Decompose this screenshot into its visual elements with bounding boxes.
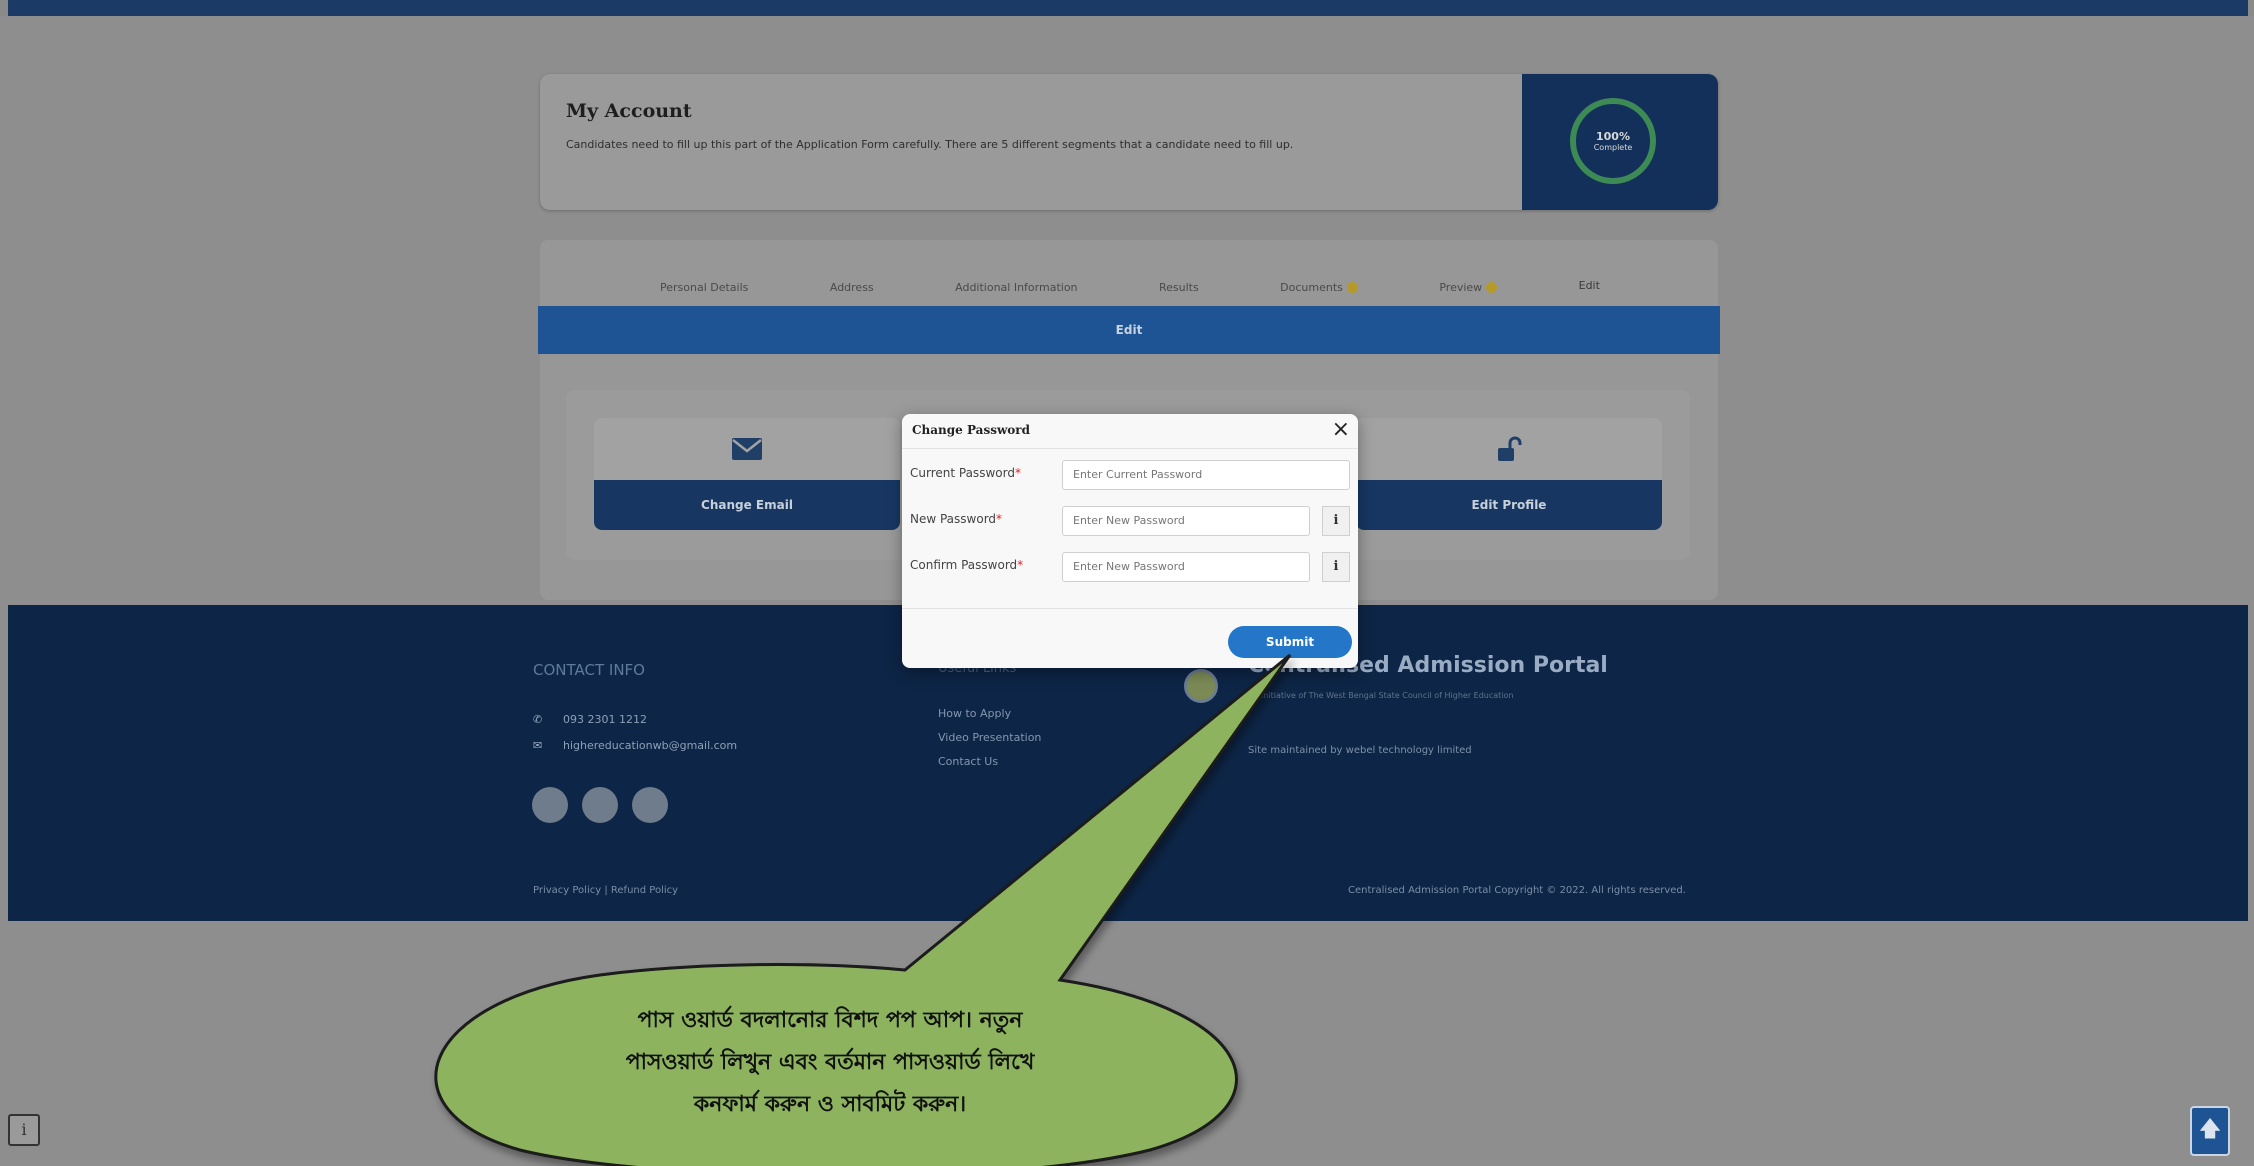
progress-panel: 100% Complete <box>1522 74 1718 210</box>
progress-label: Complete <box>1593 143 1633 152</box>
current-password-input[interactable]: Enter Current Password <box>1062 460 1350 490</box>
close-icon[interactable]: × <box>1332 417 1350 442</box>
phone-text: 093 2301 1212 <box>563 713 647 726</box>
unlock-icon <box>1356 418 1662 480</box>
field-label-text: Confirm Password <box>910 558 1018 572</box>
tab-label: Address <box>829 280 874 294</box>
account-description: Candidates need to fill up this part of … <box>566 138 1294 151</box>
tab-documents[interactable]: Documents <box>1270 262 1368 312</box>
progress-ring: 100% Complete <box>1570 98 1656 184</box>
field-label-text: New Password <box>910 512 997 526</box>
required-mark: * <box>1017 558 1024 572</box>
tab-additional-information[interactable]: Additional Information <box>945 262 1087 312</box>
required-mark: * <box>1014 466 1021 480</box>
back-to-top-button[interactable]: 🡅 <box>2190 1106 2230 1156</box>
change-email-tile[interactable]: Change Email <box>594 418 900 530</box>
tab-label: Additional Information <box>955 280 1078 294</box>
social-links <box>532 787 668 823</box>
edit-profile-tile[interactable]: Edit Profile <box>1356 418 1662 530</box>
copyright: Centralised Admission Portal Copyright ©… <box>1348 885 1686 896</box>
tab-preview[interactable]: Preview <box>1429 262 1507 312</box>
portal-subtitle: An initiative of The West Bengal State C… <box>1248 691 1514 700</box>
link-video-presentation[interactable]: Video Presentation <box>938 731 1041 744</box>
modal-title: Change Password <box>912 423 1031 437</box>
warning-icon <box>1346 281 1358 293</box>
phone-icon: ✆ <box>533 713 543 726</box>
confirm-password-input[interactable]: Enter New Password <box>1062 552 1310 582</box>
current-password-label: Current Password* <box>910 466 1021 480</box>
confirm-password-label: Confirm Password* <box>910 558 1023 572</box>
envelope-icon <box>594 418 900 480</box>
new-password-label: New Password* <box>910 512 1002 526</box>
top-bar <box>8 0 2248 16</box>
social-icon[interactable] <box>632 787 668 823</box>
envelope-icon: ✉ <box>533 739 543 752</box>
tab-personal-details[interactable]: Personal Details <box>650 262 758 312</box>
modal-header: Change Password × <box>902 414 1358 449</box>
tab-results[interactable]: Results <box>1149 262 1209 312</box>
change-password-modal: Change Password × Current Password* Ente… <box>902 414 1358 668</box>
contact-phone: ✆ 093 2301 1212 <box>533 713 647 726</box>
change-email-label: Change Email <box>594 480 900 530</box>
tab-label: Personal Details <box>660 280 749 294</box>
account-title: My Account <box>566 100 692 122</box>
submit-button[interactable]: Submit <box>1228 626 1352 658</box>
email-text: highereducationwb@gmail.com <box>563 739 738 752</box>
field-label-text: Current Password <box>910 466 1015 480</box>
social-icon[interactable] <box>582 787 618 823</box>
edit-section-header: Edit <box>538 306 1720 354</box>
my-account-card: My Account Candidates need to fill up th… <box>540 74 1718 210</box>
new-password-input[interactable]: Enter New Password <box>1062 506 1310 536</box>
policy-links: Privacy Policy | Refund Policy <box>533 885 679 896</box>
tab-label: Preview <box>1439 280 1483 294</box>
contact-email: ✉ highereducationwb@gmail.com <box>533 739 737 752</box>
help-icon[interactable]: i <box>8 1114 40 1146</box>
link-contact-us[interactable]: Contact Us <box>938 755 998 768</box>
modal-divider <box>902 608 1358 609</box>
link-how-to-apply[interactable]: How to Apply <box>938 707 1011 720</box>
progress-percent: 100% <box>1596 130 1630 143</box>
maintained-by: Site maintained by webel technology limi… <box>1248 745 1472 756</box>
callout-line: কনফার্ম করুন ও সাবমিট করুন। <box>693 1092 967 1117</box>
privacy-policy-link[interactable]: Privacy Policy <box>533 885 601 896</box>
info-icon[interactable]: i <box>1322 552 1350 582</box>
tab-label: Edit <box>1578 279 1600 292</box>
edit-section-title: Edit <box>1115 323 1143 337</box>
contact-heading: CONTACT INFO <box>533 661 645 679</box>
info-icon[interactable]: i <box>1322 506 1350 536</box>
callout-text: পাস ওয়ার্ড বদলানোর বিশদ পপ আপ। নতুন পাস… <box>520 1000 1140 1126</box>
arrow-up-icon: 🡅 <box>2198 1117 2222 1142</box>
tab-label: Results <box>1158 280 1199 294</box>
required-mark: * <box>996 512 1003 526</box>
callout-line: পাসওয়ার্ড লিখুন এবং বর্তমান পাসওয়ার্ড … <box>625 1050 1035 1075</box>
callout-line: পাস ওয়ার্ড বদলানোর বিশদ পপ আপ। নতুন <box>637 1008 1023 1033</box>
tab-label: Documents <box>1280 280 1343 294</box>
warning-icon <box>1486 281 1498 293</box>
social-icon[interactable] <box>532 787 568 823</box>
tab-address[interactable]: Address <box>820 262 884 312</box>
portal-logo <box>1184 669 1218 703</box>
refund-policy-link[interactable]: Refund Policy <box>611 885 678 896</box>
edit-profile-label: Edit Profile <box>1356 480 1662 530</box>
